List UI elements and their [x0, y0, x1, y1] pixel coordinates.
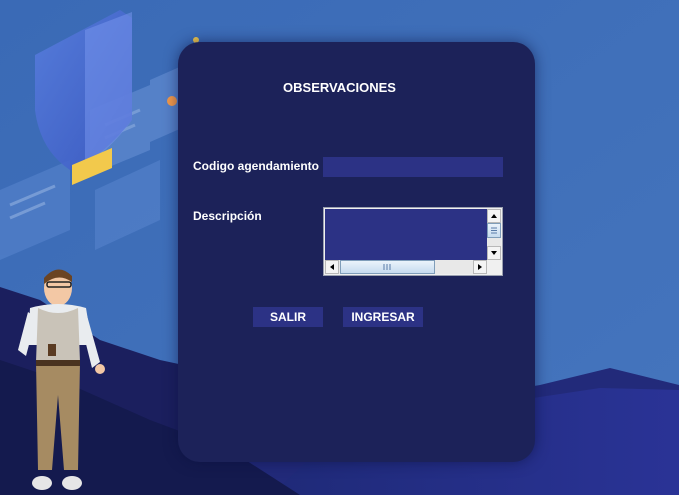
- scrollpane-corner: [487, 260, 501, 274]
- scroll-down-button[interactable]: [487, 246, 501, 260]
- form-title: OBSERVACIONES: [283, 80, 396, 95]
- scroll-left-arrow-icon: [330, 264, 334, 270]
- grip-lines-icon: [383, 264, 391, 270]
- codigo-agendamiento-input[interactable]: [323, 157, 503, 177]
- horizontal-scrollbar[interactable]: [325, 260, 487, 274]
- vertical-scroll-thumb[interactable]: [487, 223, 501, 238]
- scroll-right-button[interactable]: [473, 260, 487, 274]
- descripcion-scrollpane: [323, 207, 503, 276]
- scroll-right-arrow-icon: [478, 264, 482, 270]
- scroll-down-arrow-icon: [491, 251, 497, 255]
- codigo-agendamiento-label: Codigo agendamiento: [193, 159, 319, 173]
- scroll-up-arrow-icon: [491, 214, 497, 218]
- vertical-scrollbar[interactable]: [487, 209, 501, 260]
- horizontal-scroll-thumb[interactable]: [340, 260, 435, 274]
- scroll-up-button[interactable]: [487, 209, 501, 223]
- descripcion-textarea[interactable]: [325, 209, 487, 260]
- grip-lines-icon: [491, 227, 497, 234]
- ingresar-button[interactable]: INGRESAR: [343, 307, 423, 327]
- salir-button[interactable]: SALIR: [253, 307, 323, 327]
- descripcion-label: Descripción: [193, 209, 262, 223]
- scroll-left-button[interactable]: [325, 260, 339, 274]
